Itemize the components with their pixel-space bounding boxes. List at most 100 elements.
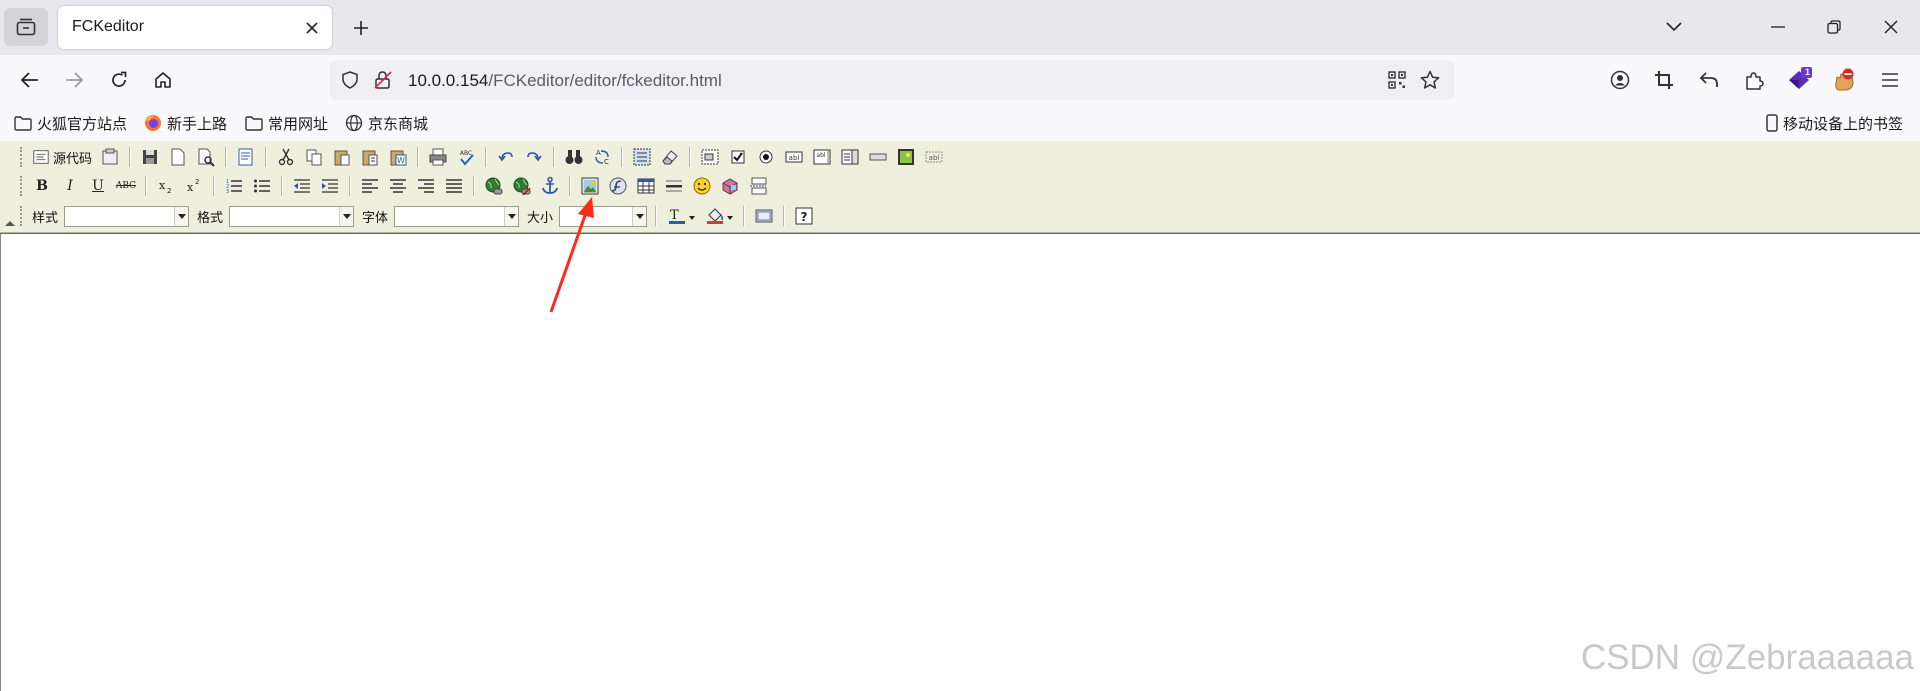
copy-button[interactable] <box>300 145 328 169</box>
show-blocks-button[interactable] <box>750 204 778 228</box>
extensions-button[interactable] <box>1737 63 1771 97</box>
app-menu-button[interactable] <box>1873 63 1907 97</box>
preview-button[interactable] <box>192 145 220 169</box>
bookmark-item[interactable]: 常用网址 <box>245 112 328 134</box>
textarea-button[interactable]: abl <box>808 145 836 169</box>
background-color-button[interactable] <box>700 204 738 228</box>
new-tab-button[interactable] <box>345 12 377 44</box>
font-combo[interactable] <box>394 205 520 227</box>
cut-button[interactable] <box>272 145 300 169</box>
hidden-field-button[interactable]: abl <box>920 145 948 169</box>
replace-icon: AC <box>595 149 609 166</box>
superscript-button[interactable]: x2 <box>180 174 208 198</box>
page-break-button[interactable] <box>744 174 772 198</box>
chevron-down-icon[interactable] <box>174 206 189 226</box>
screenshot-button[interactable] <box>1647 63 1681 97</box>
address-bar[interactable]: 10.0.0.154/FCKeditor/editor/fckeditor.ht… <box>330 60 1454 100</box>
bookmark-label: 常用网址 <box>268 115 329 133</box>
replace-button[interactable]: AC <box>588 145 616 169</box>
format-combo[interactable] <box>229 205 355 227</box>
tab-list-button[interactable] <box>4 8 48 46</box>
indent-button[interactable] <box>316 174 344 198</box>
undo-button[interactable] <box>492 145 520 169</box>
toolbar-row-2: B I U ABC x2 x2 123 <box>18 173 772 199</box>
toolbar-collapse-icon[interactable] <box>5 221 15 226</box>
underline-button[interactable]: U <box>84 174 112 198</box>
chevron-down-icon[interactable] <box>339 206 354 226</box>
italic-button[interactable]: I <box>56 174 84 198</box>
select-field-button[interactable] <box>836 145 864 169</box>
style-combo[interactable] <box>64 205 190 227</box>
find-button[interactable] <box>560 145 588 169</box>
home-button[interactable] <box>146 63 180 97</box>
remove-format-button[interactable] <box>656 145 684 169</box>
spellcheck-button[interactable]: ABC <box>452 145 480 169</box>
back-button[interactable] <box>13 63 47 97</box>
list-all-tabs-button[interactable] <box>1656 10 1692 44</box>
align-center-button[interactable] <box>384 174 412 198</box>
justify-button[interactable] <box>440 174 468 198</box>
outdent-button[interactable] <box>288 174 316 198</box>
link-button[interactable] <box>480 174 508 198</box>
undo-close-button[interactable] <box>1692 63 1726 97</box>
adblock-extension-button[interactable] <box>1828 63 1862 97</box>
smiley-button[interactable] <box>688 174 716 198</box>
table-button[interactable] <box>632 174 660 198</box>
flash-button[interactable] <box>604 174 632 198</box>
text-field-button[interactable]: abl <box>780 145 808 169</box>
editor-content-area[interactable] <box>0 233 1920 691</box>
bookmark-item[interactable]: 新手上路 <box>144 112 227 134</box>
active-tab[interactable]: FCKeditor <box>58 6 332 49</box>
extension-badge-button[interactable]: 1 <box>1782 63 1816 97</box>
save-button[interactable] <box>136 145 164 169</box>
reload-button[interactable] <box>102 63 136 97</box>
paste-text-button[interactable] <box>356 145 384 169</box>
radio-button-tool[interactable] <box>752 145 780 169</box>
forward-button[interactable] <box>57 63 91 97</box>
chevron-down-icon[interactable] <box>632 206 647 226</box>
tab-close-button[interactable] <box>300 16 324 40</box>
special-char-button[interactable] <box>716 174 744 198</box>
horizontal-rule-button[interactable] <box>660 174 688 198</box>
bold-button[interactable]: B <box>28 174 56 198</box>
floppy-disk-icon <box>143 150 158 164</box>
checkbox-button[interactable] <box>724 145 752 169</box>
close-window-button[interactable] <box>1873 10 1909 44</box>
doc-props-button[interactable] <box>96 145 124 169</box>
mobile-bookmarks-item[interactable]: 移动设备上的书签 <box>1766 112 1903 134</box>
insert-image-button[interactable] <box>576 174 604 198</box>
bookmark-label: 火狐官方站点 <box>37 115 128 133</box>
image-button-field-button[interactable] <box>892 145 920 169</box>
select-all-icon <box>633 148 651 166</box>
paste-word-button[interactable]: W <box>384 145 412 169</box>
align-right-button[interactable] <box>412 174 440 198</box>
bookmark-item[interactable]: 京东商城 <box>345 112 428 134</box>
paste-button[interactable] <box>328 145 356 169</box>
bookmark-star-icon[interactable] <box>1420 70 1440 90</box>
align-left-button[interactable] <box>356 174 384 198</box>
subscript-button[interactable]: x2 <box>152 174 180 198</box>
unlink-button[interactable] <box>508 174 536 198</box>
templates-button[interactable] <box>232 145 260 169</box>
account-button[interactable] <box>1603 63 1637 97</box>
ordered-list-button[interactable]: 123 <box>220 174 248 198</box>
anchor-button[interactable] <box>536 174 564 198</box>
new-page-button[interactable] <box>164 145 192 169</box>
chevron-down-icon[interactable] <box>504 206 519 226</box>
restore-button[interactable] <box>1816 10 1852 44</box>
source-button[interactable]: 源代码 <box>28 145 96 169</box>
about-button[interactable]: ? <box>790 204 818 228</box>
text-color-button[interactable]: T <box>662 204 700 228</box>
minimize-button[interactable] <box>1760 10 1796 44</box>
strikethrough-button[interactable]: ABC <box>112 174 140 198</box>
qr-code-icon[interactable] <box>1388 71 1406 89</box>
navigation-bar: 10.0.0.154/FCKeditor/editor/fckeditor.ht… <box>0 55 1920 105</box>
size-combo[interactable] <box>559 205 648 227</box>
form-button[interactable] <box>696 145 724 169</box>
print-button[interactable] <box>424 145 452 169</box>
unordered-list-button[interactable] <box>248 174 276 198</box>
button-field-button[interactable] <box>864 145 892 169</box>
bookmark-item[interactable]: 火狐官方站点 <box>14 112 127 134</box>
select-all-button[interactable] <box>628 145 656 169</box>
redo-button[interactable] <box>520 145 548 169</box>
